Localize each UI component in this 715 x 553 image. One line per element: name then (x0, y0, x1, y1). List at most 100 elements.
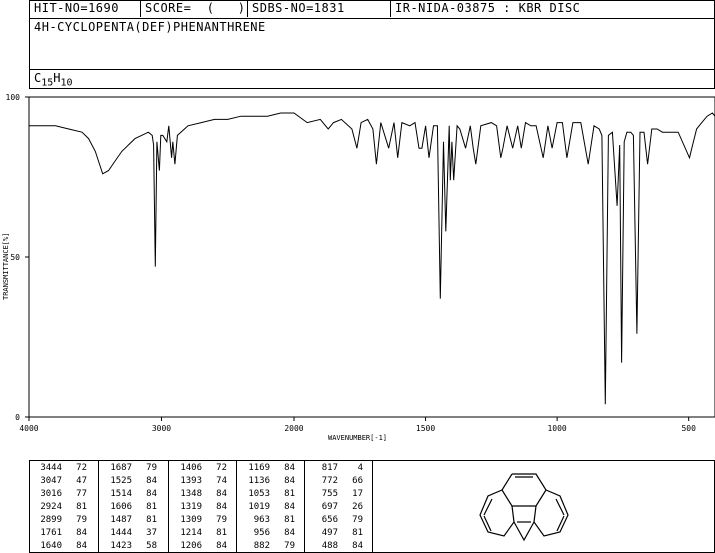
y-tick-label: 100 (6, 93, 21, 102)
peak-wavenumber: 1406 (180, 463, 202, 473)
peak-row: 1606 81 (99, 501, 168, 514)
ir-spectrum-chart: 0 50 100 4000 3000 2000 1500 1000 500 TRANSMITT… (2, 93, 715, 442)
peak-row: 1206 84 (169, 540, 236, 553)
peak-wavenumber: 3016 (40, 489, 62, 499)
peak-wavenumber: 2924 (40, 502, 62, 512)
peak-row: 755 17 (305, 488, 373, 501)
peak-row: 697 26 (305, 501, 373, 514)
peak-wavenumber: 1444 (110, 528, 132, 538)
peak-transmittance: 79 (216, 515, 227, 525)
x-tick-label: 1000 (547, 424, 566, 433)
peak-transmittance: 74 (216, 476, 227, 486)
peak-transmittance: 84 (76, 541, 87, 551)
x-tick-label: 4000 (19, 424, 38, 433)
peak-row: 1053 81 (237, 488, 304, 501)
peak-row: 1525 84 (99, 475, 168, 488)
peak-transmittance: 84 (284, 502, 295, 512)
peak-row: 1169 84 (237, 462, 304, 475)
peak-transmittance: 84 (216, 541, 227, 551)
peak-wavenumber: 1640 (40, 541, 62, 551)
peak-transmittance: 84 (146, 489, 157, 499)
peak-row: 1444 37 (99, 527, 168, 540)
peak-wavenumber: 1309 (180, 515, 202, 525)
peak-transmittance: 58 (146, 541, 157, 551)
peak-transmittance: 79 (284, 541, 295, 551)
x-axis-label: WAVENUMBER[-1] (328, 434, 387, 442)
peak-row: 1514 84 (99, 488, 168, 501)
x-tick-label: 500 (681, 424, 696, 433)
peak-wavenumber: 656 (321, 515, 338, 525)
peak-transmittance: 79 (146, 463, 157, 473)
peak-row: 1393 74 (169, 475, 236, 488)
y-axis-label: TRANSMITTANCE[%] (2, 233, 10, 300)
peak-wavenumber: 1393 (180, 476, 202, 486)
peak-transmittance: 79 (76, 515, 87, 525)
peak-transmittance: 84 (284, 528, 295, 538)
peak-wavenumber: 697 (321, 502, 338, 512)
peak-wavenumber: 817 (321, 463, 338, 473)
peak-row: 1487 81 (99, 514, 168, 527)
peak-row: 1136 84 (237, 475, 304, 488)
peak-row: 1309 79 (169, 514, 236, 527)
peak-wavenumber: 1514 (110, 489, 132, 499)
peak-transmittance: 84 (216, 502, 227, 512)
peak-row: 817 4 (305, 462, 373, 475)
peak-wavenumber: 1319 (180, 502, 202, 512)
peak-column: 1406 72 1393 74 1348 84 1319 84 1309 79 1214 81 1206… (169, 460, 237, 552)
peak-wavenumber: 3047 (40, 476, 62, 486)
peak-row: 1319 84 (169, 501, 236, 514)
peak-transmittance: 79 (352, 515, 363, 525)
peak-wavenumber: 1206 (180, 541, 202, 551)
peak-wavenumber: 1761 (40, 528, 62, 538)
peak-row: 1687 79 (99, 462, 168, 475)
peak-wavenumber: 882 (253, 541, 270, 551)
peak-transmittance: 17 (352, 489, 363, 499)
peak-row: 1214 81 (169, 527, 236, 540)
peak-transmittance: 81 (146, 515, 157, 525)
peak-row: 1761 84 (29, 527, 98, 540)
peak-transmittance: 66 (352, 476, 363, 486)
peak-transmittance: 4 (357, 463, 363, 473)
molecule-structure-image (479, 473, 569, 542)
peak-wavenumber: 1214 (180, 528, 202, 538)
peak-row: 1640 84 (29, 540, 98, 553)
peak-wavenumber: 956 (253, 528, 270, 538)
peak-wavenumber: 755 (321, 489, 338, 499)
peak-transmittance: 84 (216, 489, 227, 499)
x-tick-label: 1500 (416, 424, 435, 433)
peak-transmittance: 84 (146, 476, 157, 486)
peak-wavenumber: 1136 (248, 476, 270, 486)
peak-transmittance: 81 (146, 502, 157, 512)
peak-transmittance: 26 (352, 502, 363, 512)
x-tick-label: 2000 (284, 424, 303, 433)
peak-row: 1019 84 (237, 501, 304, 514)
peak-transmittance: 77 (76, 489, 87, 499)
peak-row: 497 81 (305, 527, 373, 540)
peak-row: 956 84 (237, 527, 304, 540)
peak-transmittance: 72 (76, 463, 87, 473)
peak-transmittance: 84 (352, 541, 363, 551)
peak-column: 817 4 772 66 755 17 697 26 656 79 497 81 488 84 (305, 460, 373, 552)
peak-wavenumber: 497 (321, 528, 338, 538)
y-tick-label: 0 (15, 413, 20, 422)
plot-frame (28, 96, 715, 418)
peak-row: 488 84 (305, 540, 373, 553)
peak-row: 1406 72 (169, 462, 236, 475)
peak-row: 963 81 (237, 514, 304, 527)
peak-column: 1169 84 1136 84 1053 81 1019 84 963 81 956 84 882 79 (237, 460, 305, 552)
peak-transmittance: 84 (76, 528, 87, 538)
peak-transmittance: 84 (284, 463, 295, 473)
peak-transmittance: 81 (216, 528, 227, 538)
peak-wavenumber: 1606 (110, 502, 132, 512)
peak-transmittance: 81 (352, 528, 363, 538)
peak-wavenumber: 1487 (110, 515, 132, 525)
peak-wavenumber: 3444 (40, 463, 62, 473)
peak-wavenumber: 1687 (110, 463, 132, 473)
peak-wavenumber: 1423 (110, 541, 132, 551)
x-tick-label: 3000 (152, 424, 171, 433)
peak-wavenumber: 772 (321, 476, 338, 486)
peak-row: 2924 81 (29, 501, 98, 514)
peak-row: 3016 77 (29, 488, 98, 501)
peak-transmittance: 81 (76, 502, 87, 512)
peak-column: 3444 72 3047 47 3016 77 2924 81 2899 79 1761 84 1640… (29, 460, 99, 552)
